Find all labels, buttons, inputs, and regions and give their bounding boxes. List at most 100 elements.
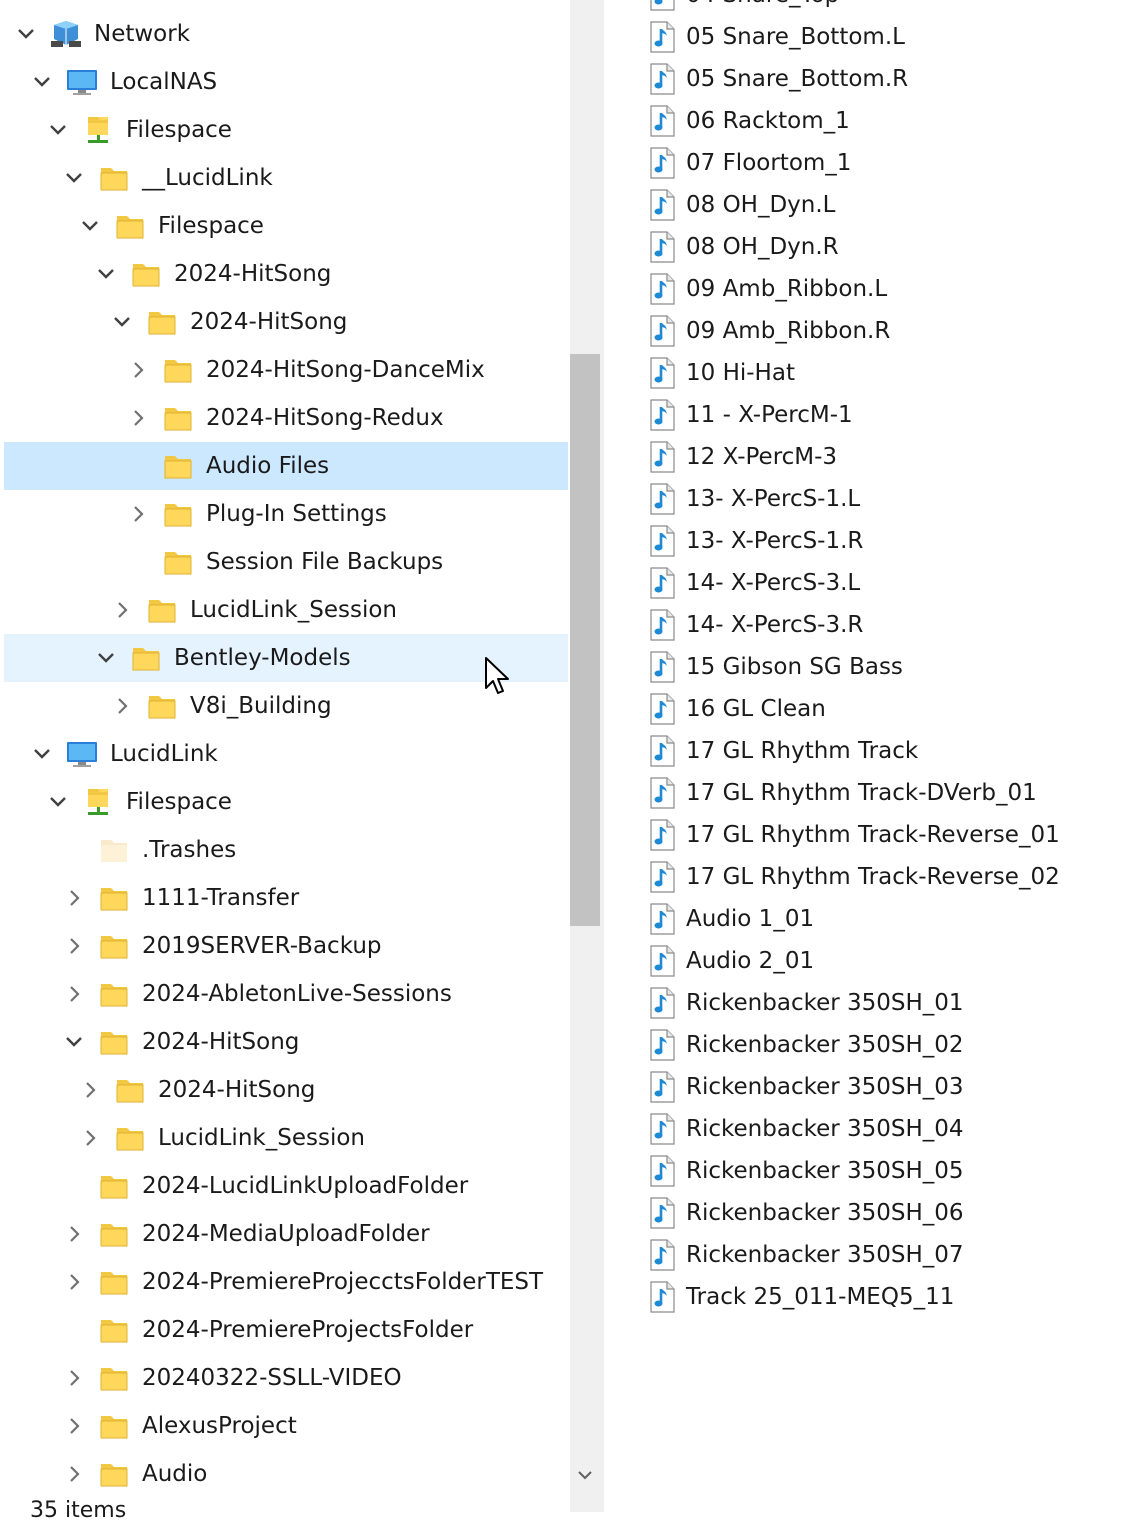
tree-item-plug-in-settings[interactable]: Plug-In Settings bbox=[4, 490, 568, 538]
chevron-down-icon[interactable] bbox=[110, 310, 134, 334]
tree-item-2024-hitsong[interactable]: 2024-HitSong bbox=[4, 298, 568, 346]
file-list-item[interactable]: Rickenbacker 350SH_02 bbox=[604, 1024, 1148, 1066]
chevron-right-icon[interactable] bbox=[62, 1270, 86, 1294]
scrollbar-thumb[interactable] bbox=[570, 354, 600, 926]
file-list-item[interactable]: Rickenbacker 350SH_01 bbox=[604, 982, 1148, 1024]
file-list-item[interactable]: 16 GL Clean bbox=[604, 688, 1148, 730]
tree-item-20240322-ssll-video[interactable]: 20240322-SSLL-VIDEO bbox=[4, 1354, 568, 1402]
folder-icon bbox=[146, 595, 178, 625]
file-list-item[interactable]: 06 Racktom_1 bbox=[604, 100, 1148, 142]
file-name: 11 - X-PercM-1 bbox=[686, 402, 853, 428]
file-list-item[interactable]: 17 GL Rhythm Track bbox=[604, 730, 1148, 772]
audio-file-icon bbox=[648, 231, 676, 263]
tree-item-2024-hitsong-redux[interactable]: 2024-HitSong-Redux bbox=[4, 394, 568, 442]
chevron-down-icon[interactable] bbox=[14, 22, 38, 46]
chevron-right-icon[interactable] bbox=[62, 1462, 86, 1486]
tree-item-2024-hitsong[interactable]: 2024-HitSong bbox=[4, 250, 568, 298]
chevron-down-icon[interactable] bbox=[46, 118, 70, 142]
tree-item-2024-premiereprojectsfolder[interactable]: 2024-PremiereProjectsFolder bbox=[4, 1306, 568, 1354]
file-list-item[interactable]: 09 Amb_Ribbon.R bbox=[604, 310, 1148, 352]
file-list-item[interactable]: 07 Floortom_1 bbox=[604, 142, 1148, 184]
tree-item-lucidlink-session[interactable]: LucidLink_Session bbox=[4, 586, 568, 634]
tree-item-2024-mediauploadfolder[interactable]: 2024-MediaUploadFolder bbox=[4, 1210, 568, 1258]
file-list-item[interactable]: 14- X-PercS-3.R bbox=[604, 604, 1148, 646]
file-list-item[interactable]: Audio 1_01 bbox=[604, 898, 1148, 940]
scroll-down-arrow-icon[interactable] bbox=[570, 1462, 600, 1488]
chevron-right-icon[interactable] bbox=[110, 598, 134, 622]
file-name: Rickenbacker 350SH_03 bbox=[686, 1074, 964, 1100]
chevron-right-icon[interactable] bbox=[126, 406, 150, 430]
chevron-right-icon[interactable] bbox=[62, 982, 86, 1006]
file-list-item[interactable]: 11 - X-PercM-1 bbox=[604, 394, 1148, 436]
tree-item-filespace[interactable]: Filespace bbox=[4, 202, 568, 250]
tree-item-2024-abletonlive-sessions[interactable]: 2024-AbletonLive-Sessions bbox=[4, 970, 568, 1018]
chevron-right-icon[interactable] bbox=[78, 1078, 102, 1102]
chevron-right-icon[interactable] bbox=[62, 1366, 86, 1390]
file-list-item[interactable]: 09 Amb_Ribbon.L bbox=[604, 268, 1148, 310]
tree-item-audio[interactable]: Audio bbox=[4, 1450, 568, 1498]
file-list-item[interactable]: Rickenbacker 350SH_06 bbox=[604, 1192, 1148, 1234]
file-list-item[interactable]: 17 GL Rhythm Track-Reverse_02 bbox=[604, 856, 1148, 898]
tree-item-2019server-backup[interactable]: 2019SERVER-Backup bbox=[4, 922, 568, 970]
file-list-item[interactable]: 08 OH_Dyn.L bbox=[604, 184, 1148, 226]
tree-item-2024-hitsong-dancemix[interactable]: 2024-HitSong-DanceMix bbox=[4, 346, 568, 394]
chevron-right-icon[interactable] bbox=[110, 694, 134, 718]
file-list-item[interactable]: 05 Snare_Bottom.L bbox=[604, 16, 1148, 58]
chevron-down-icon[interactable] bbox=[62, 166, 86, 190]
chevron-right-icon[interactable] bbox=[62, 1222, 86, 1246]
navigation-pane-scrollbar[interactable] bbox=[570, 0, 602, 1512]
tree-item-audio-files[interactable]: Audio Files bbox=[4, 442, 568, 490]
tree-item-1111-transfer[interactable]: 1111-Transfer bbox=[4, 874, 568, 922]
tree-item-2024-hitsong[interactable]: 2024-HitSong bbox=[4, 1018, 568, 1066]
tree-item-session-file-backups[interactable]: Session File Backups bbox=[4, 538, 568, 586]
chevron-right-icon[interactable] bbox=[126, 502, 150, 526]
tree-item-label: 2024-HitSong bbox=[158, 1077, 316, 1103]
tree-item-label: 2024-HitSong bbox=[174, 261, 332, 287]
folder-icon bbox=[162, 547, 194, 577]
tree-item-2024-hitsong[interactable]: 2024-HitSong bbox=[4, 1066, 568, 1114]
chevron-right-icon[interactable] bbox=[126, 358, 150, 382]
tree-item-lucidlink[interactable]: LucidLink bbox=[4, 730, 568, 778]
file-list-item[interactable]: Rickenbacker 350SH_05 bbox=[604, 1150, 1148, 1192]
file-list-item[interactable]: 13- X-PercS-1.R bbox=[604, 520, 1148, 562]
file-list-item[interactable]: 17 GL Rhythm Track-DVerb_01 bbox=[604, 772, 1148, 814]
tree-item-localnas[interactable]: LocalNAS bbox=[4, 58, 568, 106]
chevron-down-icon[interactable] bbox=[94, 646, 118, 670]
file-list-item[interactable]: 12 X-PercM-3 bbox=[604, 436, 1148, 478]
chevron-down-icon[interactable] bbox=[46, 790, 70, 814]
chevron-right-icon[interactable] bbox=[78, 1126, 102, 1150]
tree-item-alexusproject[interactable]: AlexusProject bbox=[4, 1402, 568, 1450]
chevron-right-icon[interactable] bbox=[62, 1414, 86, 1438]
chevron-down-icon[interactable] bbox=[30, 70, 54, 94]
chevron-down-icon[interactable] bbox=[78, 214, 102, 238]
navigation-pane[interactable]: Network LocalNAS Filespace __LucidLink Files… bbox=[0, 0, 570, 1512]
tree-item-trashes[interactable]: .Trashes bbox=[4, 826, 568, 874]
tree-item-label: Plug-In Settings bbox=[206, 501, 387, 527]
file-list-item[interactable]: 15 Gibson SG Bass bbox=[604, 646, 1148, 688]
file-list-item[interactable]: Rickenbacker 350SH_04 bbox=[604, 1108, 1148, 1150]
chevron-right-icon[interactable] bbox=[62, 934, 86, 958]
tree-item-filespace[interactable]: Filespace bbox=[4, 106, 568, 154]
tree-item-lucidlink[interactable]: __LucidLink bbox=[4, 154, 568, 202]
file-list-item[interactable]: 10 Hi-Hat bbox=[604, 352, 1148, 394]
file-list-item[interactable]: 05 Snare_Bottom.R bbox=[604, 58, 1148, 100]
file-list-item[interactable]: 14- X-PercS-3.L bbox=[604, 562, 1148, 604]
tree-item-lucidlink-session[interactable]: LucidLink_Session bbox=[4, 1114, 568, 1162]
chevron-down-icon[interactable] bbox=[30, 742, 54, 766]
file-list-item[interactable]: 13- X-PercS-1.L bbox=[604, 478, 1148, 520]
chevron-right-icon[interactable] bbox=[62, 886, 86, 910]
chevron-down-icon[interactable] bbox=[62, 1030, 86, 1054]
tree-item-2024-lucidlinkuploadfolder[interactable]: 2024-LucidLinkUploadFolder bbox=[4, 1162, 568, 1210]
tree-item-2024-premiereprojecctsfoldertest[interactable]: 2024-PremiereProjecctsFolderTEST bbox=[4, 1258, 568, 1306]
chevron-down-icon[interactable] bbox=[94, 262, 118, 286]
file-list-item[interactable]: 17 GL Rhythm Track-Reverse_01 bbox=[604, 814, 1148, 856]
file-list-item[interactable]: Rickenbacker 350SH_03 bbox=[604, 1066, 1148, 1108]
file-list-item[interactable]: Track 25_011-MEQ5_11 bbox=[604, 1276, 1148, 1318]
file-list-item[interactable]: 04 Snare_Top bbox=[604, 0, 1148, 16]
tree-item-network[interactable]: Network bbox=[4, 10, 568, 58]
tree-item-filespace[interactable]: Filespace bbox=[4, 778, 568, 826]
file-list-item[interactable]: 08 OH_Dyn.R bbox=[604, 226, 1148, 268]
file-list-item[interactable]: Audio 2_01 bbox=[604, 940, 1148, 982]
file-list-item[interactable]: Rickenbacker 350SH_07 bbox=[604, 1234, 1148, 1276]
file-name: Audio 2_01 bbox=[686, 948, 815, 974]
